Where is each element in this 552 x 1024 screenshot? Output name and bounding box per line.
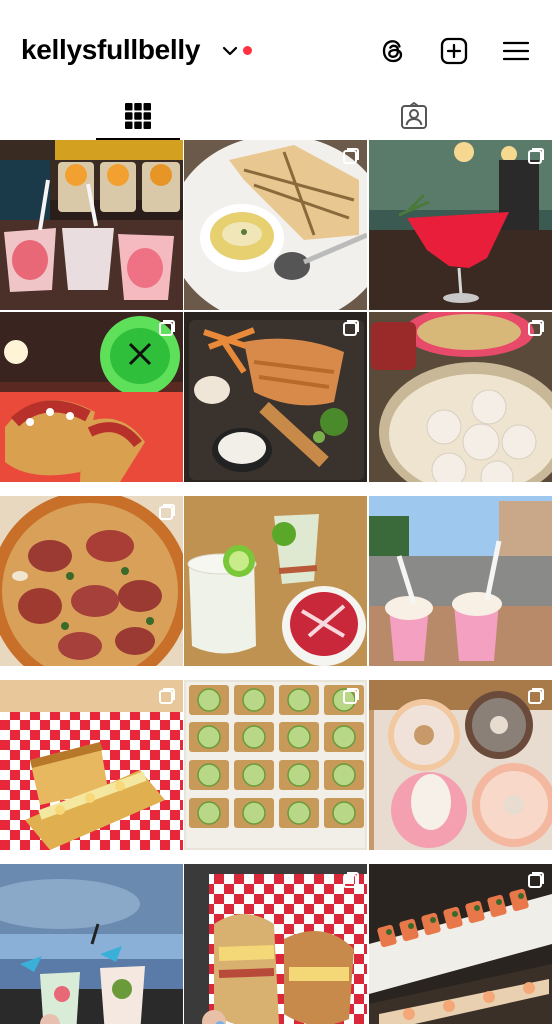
beach-drinks-image (0, 864, 183, 1024)
tagged-icon (401, 102, 427, 129)
post-thumbnail-cucumber-toasts[interactable] (184, 680, 367, 850)
ice-cream-street-image (369, 496, 552, 666)
carousel-icon (528, 320, 544, 336)
chevron-down-icon[interactable] (222, 44, 238, 58)
notification-dot (243, 46, 252, 55)
donuts-image (369, 680, 552, 850)
post-thumbnail-bagel-sandwich[interactable] (184, 864, 367, 1024)
profile-header: kellysfullbelly (0, 0, 552, 92)
red-cocktail-image (369, 140, 552, 310)
threads-icon[interactable] (378, 36, 408, 66)
carousel-icon (528, 688, 544, 704)
post-thumbnail-sushi-rolls[interactable] (369, 864, 552, 1024)
carousel-icon (343, 872, 359, 888)
carousel-icon (159, 688, 175, 704)
bagel-sandwich-image (184, 864, 367, 1024)
post-thumbnail-red-cocktail[interactable] (369, 140, 552, 310)
tab-tagged[interactable] (276, 92, 552, 140)
carousel-icon (528, 872, 544, 888)
post-thumbnail-dumplings[interactable] (369, 312, 552, 482)
profile-tabs (0, 92, 552, 140)
carousel-icon (528, 148, 544, 164)
post-thumbnail-fries-platter[interactable] (184, 312, 367, 482)
grilled-cheese-image (0, 680, 183, 850)
cucumber-toasts-image (184, 680, 367, 850)
carousel-icon (159, 320, 175, 336)
post-thumbnail-pizza[interactable] (0, 496, 183, 666)
carousel-icon (343, 320, 359, 336)
carousel-icon (343, 688, 359, 704)
post-thumbnail-margaritas[interactable] (184, 496, 367, 666)
post-thumbnail-beach-drinks[interactable] (0, 864, 183, 1024)
margaritas-image (184, 496, 367, 666)
pizza-image (0, 496, 183, 666)
post-thumbnail-grilled-cheese[interactable] (0, 680, 183, 850)
menu-icon[interactable] (501, 36, 531, 66)
post-thumbnail-ice-cream-street[interactable] (369, 496, 552, 666)
carousel-icon (159, 504, 175, 520)
fries-platter-image (184, 312, 367, 482)
post-thumbnail-frozen-drinks[interactable] (0, 140, 183, 310)
profile-username[interactable]: kellysfullbelly (21, 34, 200, 66)
tab-grid[interactable] (0, 92, 276, 140)
dumplings-image (369, 312, 552, 482)
grid-icon (125, 103, 151, 129)
carousel-icon (343, 148, 359, 164)
flatbread-dip-image (184, 140, 367, 310)
post-thumbnail-tacos[interactable] (0, 312, 183, 482)
post-thumbnail-flatbread-dip[interactable] (184, 140, 367, 310)
post-thumbnail-donuts[interactable] (369, 680, 552, 850)
create-post-icon[interactable] (439, 36, 469, 66)
tacos-image (0, 312, 183, 482)
sushi-rolls-image (369, 864, 552, 1024)
post-grid (0, 140, 552, 1024)
frozen-drinks-image (0, 140, 183, 310)
